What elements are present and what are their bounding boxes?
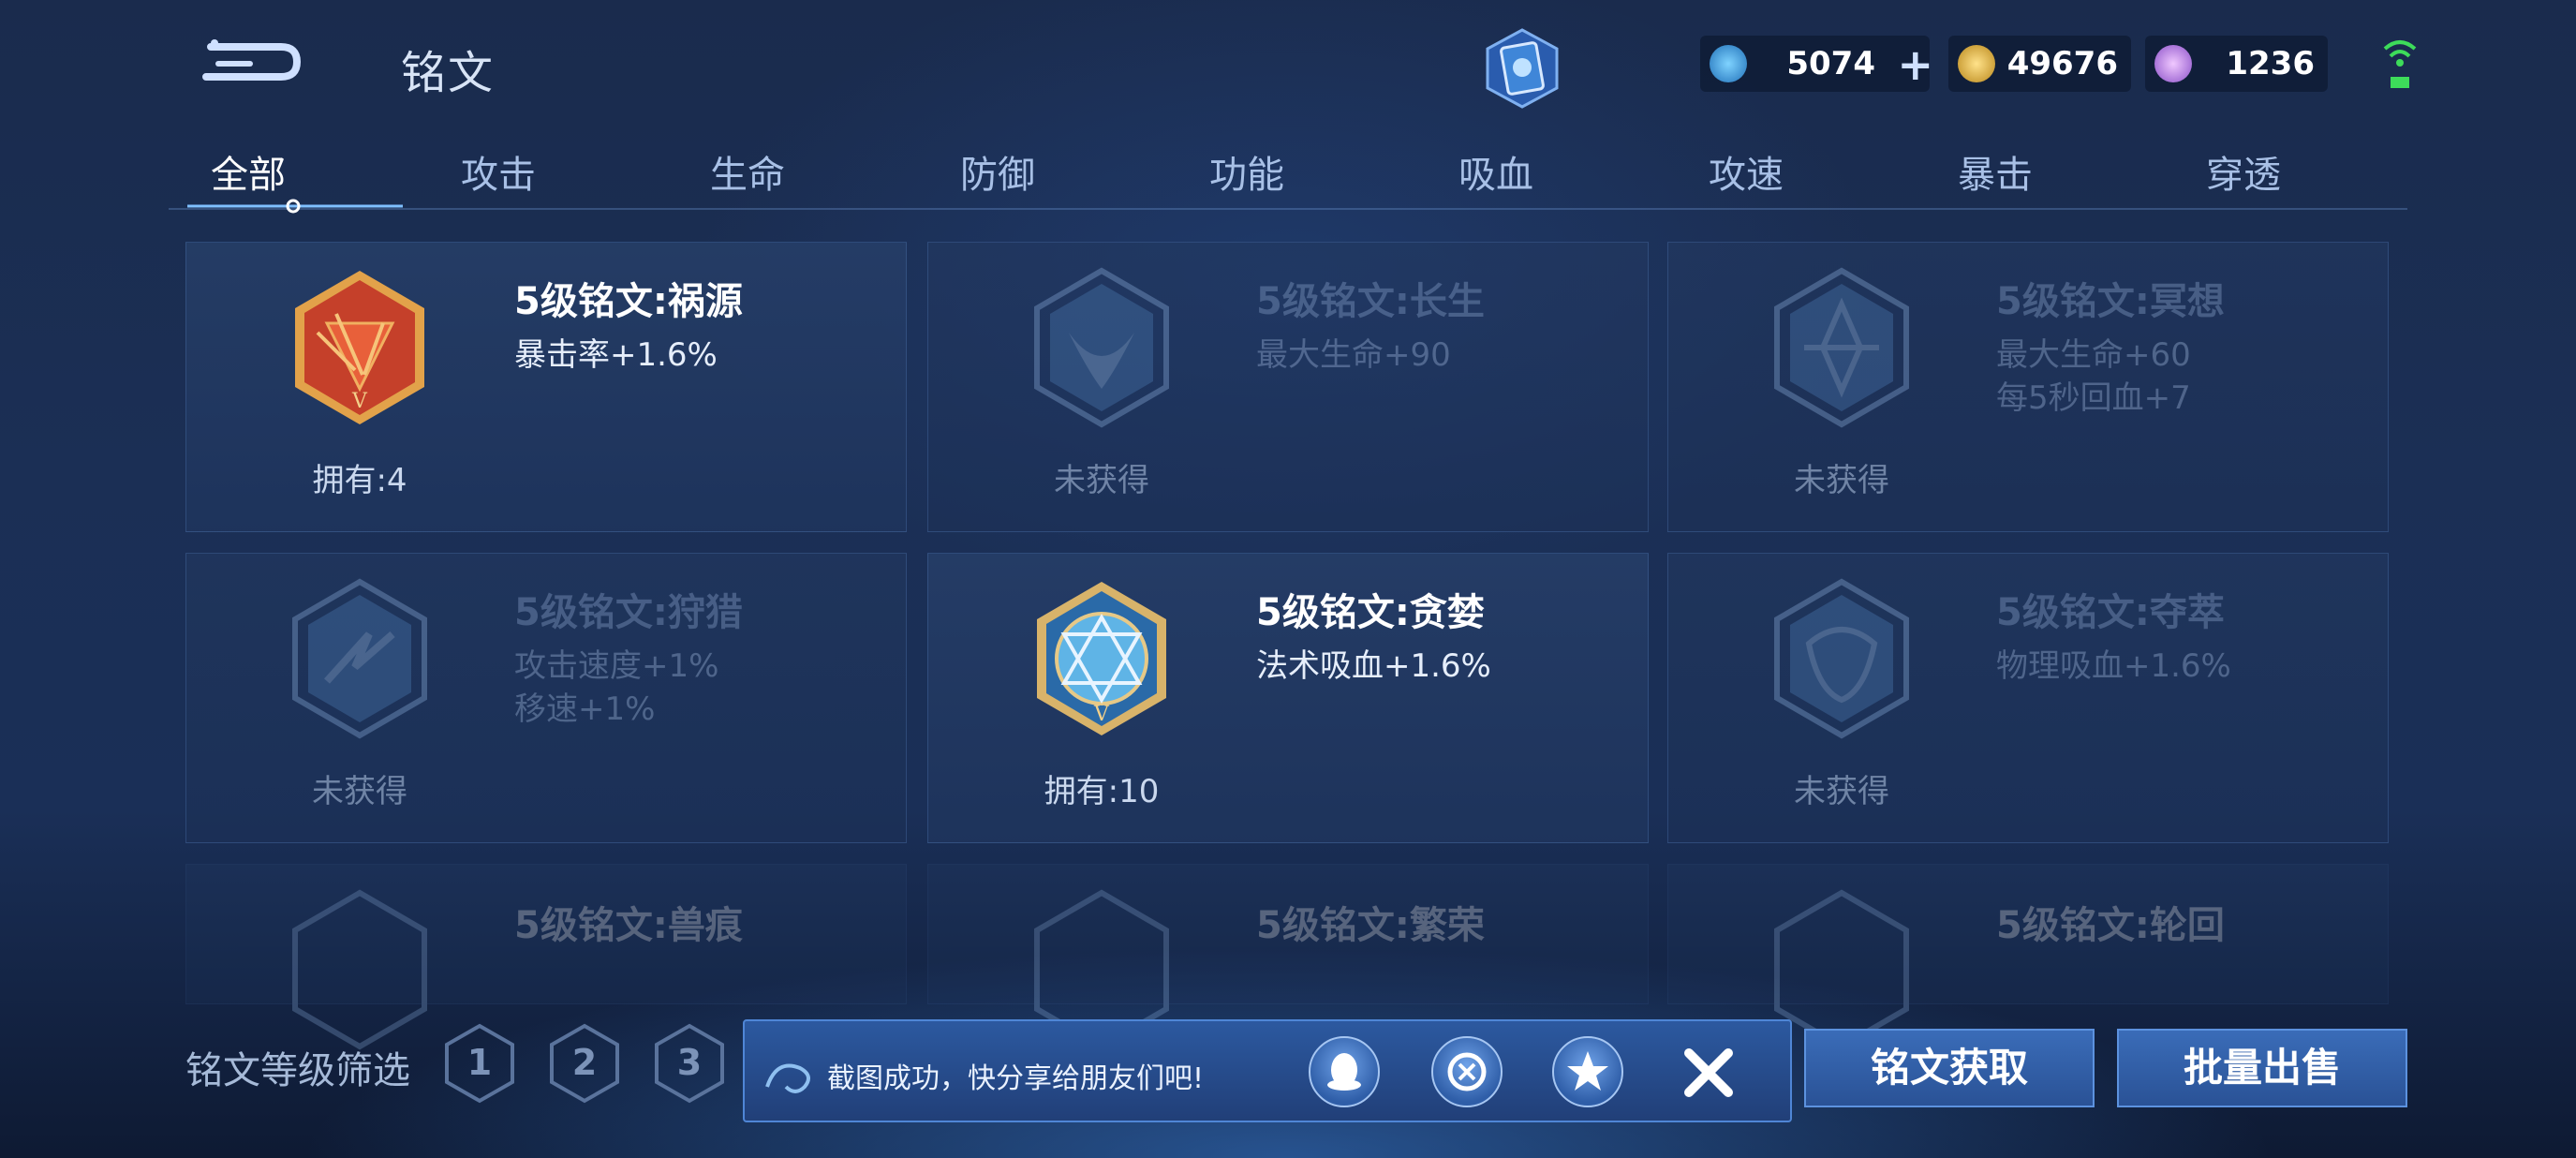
inscription-attr: 最大生命+60 xyxy=(1996,336,2191,374)
inscription-card[interactable]: 5级铭文:夺萃 物理吸血+1.6% 未获得 xyxy=(1667,553,2389,843)
wechat-moments-icon xyxy=(1447,1052,1487,1091)
level-number: 3 xyxy=(676,1042,703,1083)
crystal-gem-icon xyxy=(2154,45,2192,82)
tab-attack[interactable]: 攻击 xyxy=(405,144,592,199)
inscription-shoulie-icon xyxy=(292,578,427,739)
inscription-name: 5级铭文:夺萃 xyxy=(1996,591,2225,634)
acquire-inscription-button[interactable]: 铭文获取 xyxy=(1804,1029,2095,1107)
tab-attack-speed[interactable]: 攻速 xyxy=(1652,144,1840,199)
inscription-name: 5级铭文:祸源 xyxy=(514,280,743,323)
level-filter-1[interactable]: 1 xyxy=(444,1023,515,1104)
toast-message: 截图成功，快分享给朋友们吧! xyxy=(827,1062,1205,1095)
level-filter-2[interactable]: 2 xyxy=(549,1023,620,1104)
owned-status: 未获得 xyxy=(312,773,407,810)
inscription-card[interactable]: V 5级铭文:祸源 暴击率+1.6% 拥有:4 xyxy=(185,242,907,532)
tab-defense[interactable]: 防御 xyxy=(904,144,1091,199)
gold-value: 49676 xyxy=(2006,45,2118,82)
inscription-name: 5级铭文:轮回 xyxy=(1996,904,2225,947)
level-number: 2 xyxy=(571,1042,598,1083)
inscription-attr: 暴击率+1.6% xyxy=(514,336,718,374)
owned-status: 未获得 xyxy=(1794,773,1889,810)
tab-penetration[interactable]: 穿透 xyxy=(2150,144,2337,199)
inscription-card[interactable]: 5级铭文:繁荣 xyxy=(927,864,1649,1050)
inscription-mingxiang-icon xyxy=(1774,267,1909,428)
inscription-attr: 最大生命+90 xyxy=(1256,336,1451,374)
inscription-huoyuan-icon: V xyxy=(295,271,424,424)
crystal-currency: 1236 xyxy=(2145,36,2328,92)
level-filter-3[interactable]: 3 xyxy=(654,1023,725,1104)
tab-utility[interactable]: 功能 xyxy=(1153,144,1340,199)
cloud-swirl-icon xyxy=(765,1063,810,1093)
inscription-shouhen-icon xyxy=(292,889,427,1050)
inscription-attr: 攻击速度+1% xyxy=(514,647,719,685)
inscription-attr: 移速+1% xyxy=(514,690,656,728)
inscription-card[interactable]: V 5级铭文:贪婪 法术吸血+1.6% 拥有:10 xyxy=(927,553,1649,843)
screenshot-share-toast: 截图成功，快分享给朋友们吧! xyxy=(743,1019,1792,1122)
inscription-changsheng-icon xyxy=(1034,267,1169,428)
back-arrow-icon[interactable] xyxy=(192,28,304,94)
inscription-name: 5级铭文:长生 xyxy=(1256,280,1485,323)
svg-text:V: V xyxy=(1093,703,1110,726)
inscription-card[interactable]: 5级铭文:长生 最大生命+90 未获得 xyxy=(927,242,1649,532)
gold-currency: 49676 xyxy=(1948,36,2131,92)
inscription-name: 5级铭文:繁荣 xyxy=(1256,904,1485,947)
inscription-card[interactable]: 5级铭文:冥想 最大生命+60 每5秒回血+7 未获得 xyxy=(1667,242,2389,532)
tab-lifesteal[interactable]: 吸血 xyxy=(1402,144,1590,199)
moments-share-button[interactable] xyxy=(1431,1036,1503,1107)
inscription-attr: 每5秒回血+7 xyxy=(1996,379,2191,417)
owned-status: 未获得 xyxy=(1054,462,1149,499)
sell-label: 批量出售 xyxy=(2183,1045,2341,1091)
bulk-sell-button[interactable]: 批量出售 xyxy=(2117,1029,2407,1107)
page-title: 铭文 xyxy=(401,47,496,99)
owned-status: 未获得 xyxy=(1794,462,1889,499)
close-icon[interactable] xyxy=(1678,1042,1740,1104)
owned-count: 拥有:4 xyxy=(312,462,407,499)
inscription-name: 5级铭文:兽痕 xyxy=(514,904,743,947)
active-tab-indicator xyxy=(187,199,403,214)
diamond-currency: 5074 + xyxy=(1700,36,1933,92)
gold-coin-icon xyxy=(1958,45,1995,82)
inscription-attr: 法术吸血+1.6% xyxy=(1256,647,1491,685)
inscription-card-icon[interactable] xyxy=(1480,26,1564,111)
inscription-card[interactable]: 5级铭文:兽痕 xyxy=(185,864,907,1050)
inscription-name: 5级铭文:狩猎 xyxy=(514,591,743,634)
qq-icon xyxy=(1327,1053,1361,1091)
tab-all[interactable]: 全部 xyxy=(155,144,342,199)
diamond-icon xyxy=(1710,45,1747,82)
tab-crit[interactable]: 暴击 xyxy=(1902,144,2089,199)
diamond-value: 5074 xyxy=(1786,45,1875,82)
category-tabs: 全部 攻击 生命 防御 功能 吸血 攻速 暴击 穿透 xyxy=(169,131,2407,210)
add-diamond-button[interactable]: + xyxy=(1897,39,1933,90)
inscription-card[interactable]: 5级铭文:轮回 xyxy=(1667,864,2389,1050)
owned-count: 拥有:10 xyxy=(1044,773,1160,810)
inscription-lunhui-icon xyxy=(1774,889,1909,1050)
wifi-signal-icon xyxy=(2383,40,2417,88)
level-filter-label: 铭文等级筛选 xyxy=(185,1049,410,1092)
svg-text:V: V xyxy=(351,390,368,413)
inscription-duocui-icon xyxy=(1774,578,1909,739)
tab-health[interactable]: 生命 xyxy=(654,144,841,199)
inscription-attr: 物理吸血+1.6% xyxy=(1996,647,2231,685)
qq-share-button[interactable] xyxy=(1309,1036,1380,1107)
level-number: 1 xyxy=(466,1042,493,1083)
qzone-share-button[interactable] xyxy=(1552,1036,1623,1107)
inscription-name: 5级铭文:贪婪 xyxy=(1256,591,1485,634)
crystal-value: 1236 xyxy=(2226,45,2315,82)
inscription-tanlan-icon: V xyxy=(1037,582,1166,735)
inscription-name: 5级铭文:冥想 xyxy=(1996,280,2225,323)
acquire-label: 铭文获取 xyxy=(1870,1045,2028,1091)
inscription-card[interactable]: 5级铭文:狩猎 攻击速度+1% 移速+1% 未获得 xyxy=(185,553,907,843)
qzone-icon xyxy=(1567,1051,1608,1091)
